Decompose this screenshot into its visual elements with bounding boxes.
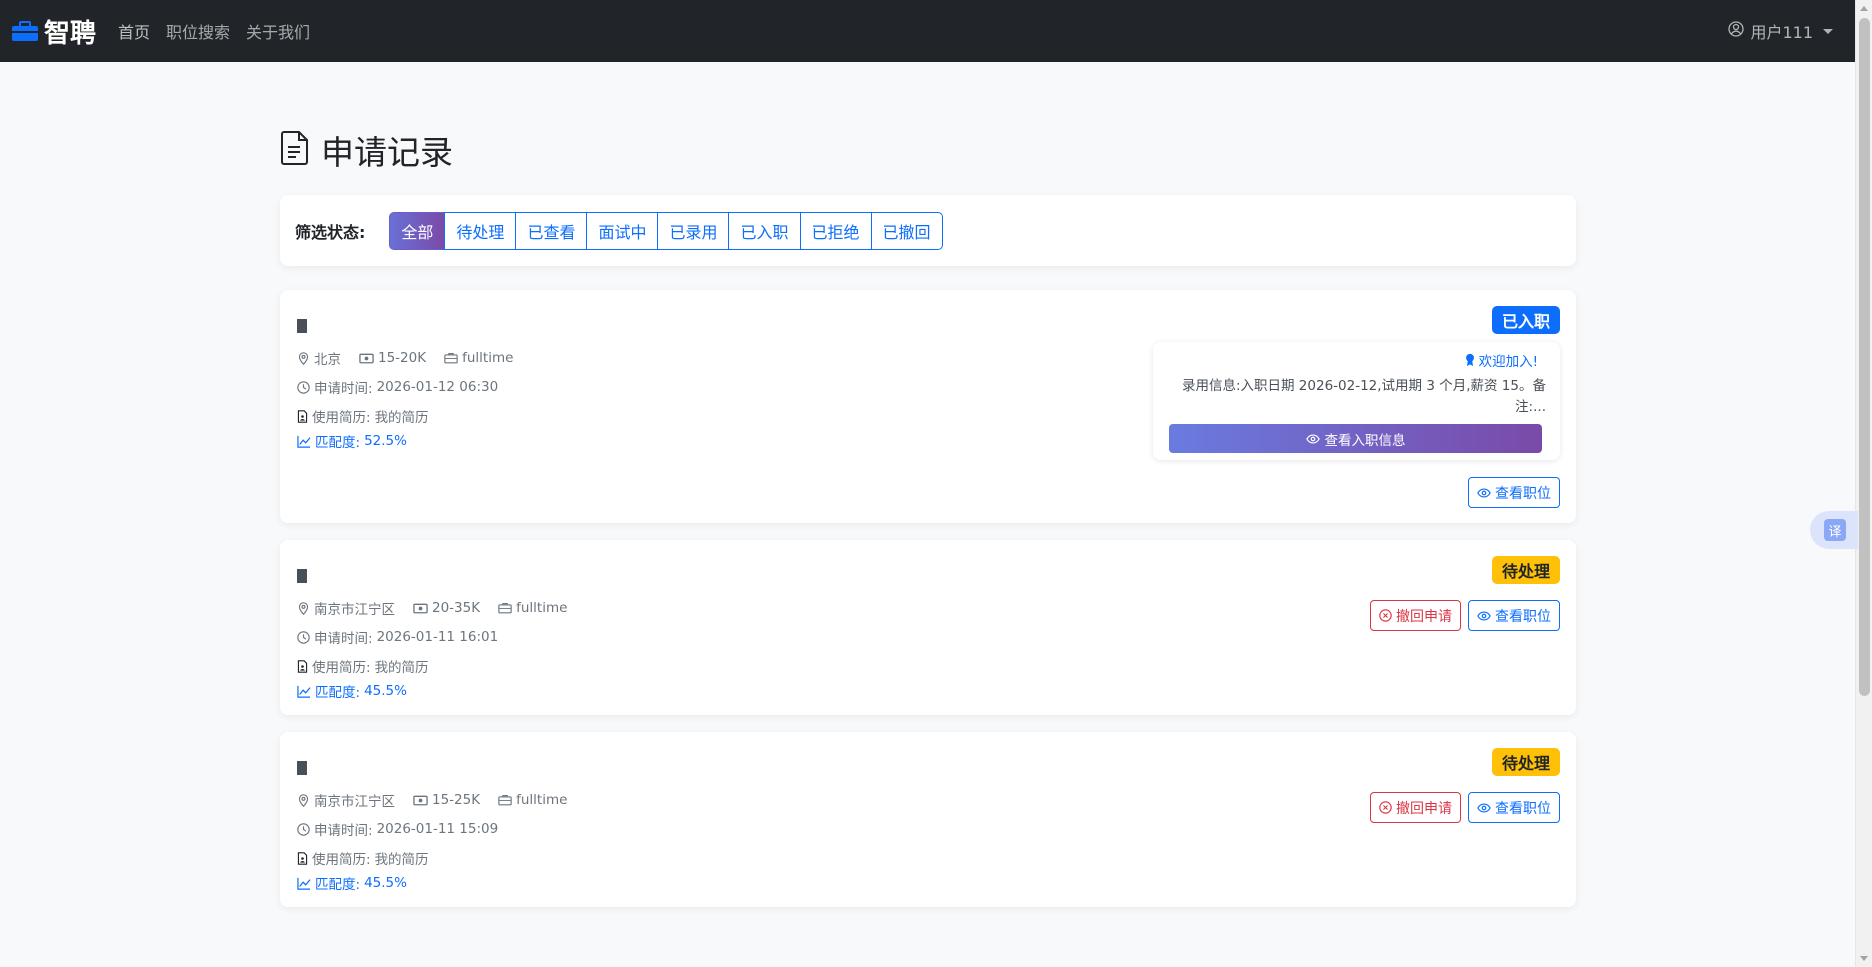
user-circle-icon [1728,21,1745,41]
filter-card: 筛选状态: 全部 待处理 已查看 面试中 已录用 已入职 已拒绝 已撤回 [280,195,1576,266]
filter-viewed[interactable]: 已查看 [515,211,588,250]
page-title: 申请记录 [281,126,453,174]
status-filter-group: 全部 待处理 已查看 面试中 已录用 已入职 已拒绝 已撤回 [389,211,943,250]
job-meta: 北京 15-20K fulltime [297,348,531,368]
graph-up-icon [297,877,311,890]
award-icon [1465,353,1474,367]
salary: 20-35K [413,600,480,616]
filter-label: 筛选状态: [295,222,366,242]
job-type: fulltime [444,350,513,366]
filter-pending[interactable]: 待处理 [444,211,517,250]
view-job-button[interactable]: 查看职位 [1468,477,1560,508]
status-badge: 已入职 [1491,306,1560,334]
eye-icon [1305,433,1320,444]
status-badge: 待处理 [1491,748,1560,776]
status-badge: 待处理 [1491,556,1560,584]
job-type: fulltime [498,792,567,808]
location: 北京 [297,348,341,368]
location: 南京市江宁区 [297,598,395,618]
brand[interactable]: 智聘 [12,13,96,50]
translate-icon: 译 [1824,519,1846,541]
job-title[interactable] [297,761,307,775]
filter-interviewing[interactable]: 面试中 [586,211,659,250]
nav-link-about[interactable]: 关于我们 [246,19,310,43]
translate-button[interactable]: 译 [1810,511,1858,549]
scroll-thumb[interactable] [1859,18,1870,696]
briefcase-outline-icon [444,353,458,364]
clock-icon [297,630,310,644]
offer-details: 录用信息:入职日期 2026-02-12,试用期 3 个月,薪资 15。备注:.… [1181,378,1546,415]
withdraw-application-button[interactable]: 撤回申请 [1370,600,1461,631]
application-card: 南京市江宁区 20-35K fulltime 申请时间: 2026-01-11 1… [280,540,1576,715]
x-circle-icon [1379,609,1392,622]
cash-icon [413,795,428,805]
match-score: 匹配度: 52.5% [297,431,407,451]
offer-info-box: 欢迎加入! 录用信息:入职日期 2026-02-12,试用期 3 个月,薪资 1… [1153,342,1560,460]
resume-used: 使用简历: 我的简历 [297,656,429,676]
withdraw-application-button[interactable]: 撤回申请 [1370,792,1461,823]
filter-onboarded[interactable]: 已入职 [728,211,801,250]
filter-withdrawn[interactable]: 已撤回 [870,211,943,250]
briefcase-outline-icon [498,603,512,614]
match-score: 匹配度: 45.5% [297,681,407,701]
job-type: fulltime [498,600,567,616]
job-meta: 南京市江宁区 15-25K fulltime [297,790,585,810]
nav-link-home[interactable]: 首页 [118,19,150,43]
welcome-message: 欢迎加入! [1464,350,1538,370]
view-job-button[interactable]: 查看职位 [1468,600,1560,631]
user-menu[interactable]: 用户111 [1728,19,1833,43]
eye-icon [1477,802,1491,813]
briefcase-icon [12,21,38,41]
graph-up-icon [297,685,311,698]
filter-hired[interactable]: 已录用 [657,211,730,250]
eye-icon [1477,610,1491,621]
location-pin-icon [298,351,309,365]
job-meta: 南京市江宁区 20-35K fulltime [297,598,585,618]
applied-time: 申请时间: 2026-01-12 06:30 [297,377,498,397]
file-person-icon [297,409,308,423]
application-card: 南京市江宁区 15-25K fulltime 申请时间: 2026-01-11 1… [280,732,1576,907]
clock-icon [297,380,310,394]
resume-used: 使用简历: 我的简历 [297,848,429,868]
filter-all[interactable]: 全部 [389,211,446,250]
applied-time: 申请时间: 2026-01-11 15:09 [297,819,498,839]
scroll-down-arrow-icon[interactable] [1860,956,1868,961]
application-card: 北京 15-20K fulltime 申请时间: 2026-01-12 06:30… [280,290,1576,523]
nav-link-job-search[interactable]: 职位搜索 [166,19,230,43]
chevron-down-icon [1823,28,1833,34]
view-onboarding-button[interactable]: 查看入职信息 [1169,424,1542,453]
resume-used: 使用简历: 我的简历 [297,406,429,426]
page-title-text: 申请记录 [321,133,453,172]
brand-name: 智聘 [44,18,97,49]
x-circle-icon [1379,801,1392,814]
file-person-icon [297,659,308,673]
location-pin-icon [298,601,309,615]
location: 南京市江宁区 [297,790,395,810]
view-job-button[interactable]: 查看职位 [1468,792,1560,823]
scroll-up-arrow-icon[interactable] [1860,6,1868,11]
salary: 15-25K [413,792,480,808]
eye-icon [1477,487,1491,498]
job-title[interactable] [297,569,307,583]
graph-up-icon [297,435,311,448]
file-text-icon [281,131,309,169]
location-pin-icon [298,793,309,807]
navbar: 智聘 首页 职位搜索 关于我们 用户111 [0,0,1855,62]
briefcase-outline-icon [498,795,512,806]
user-name: 用户111 [1750,23,1813,42]
salary: 15-20K [359,350,426,366]
clock-icon [297,822,310,836]
cash-icon [359,353,374,363]
job-title[interactable] [297,319,307,333]
page-scrollbar[interactable] [1855,0,1872,967]
file-person-icon [297,851,308,865]
filter-rejected[interactable]: 已拒绝 [799,211,872,250]
applied-time: 申请时间: 2026-01-11 16:01 [297,627,498,647]
match-score: 匹配度: 45.5% [297,873,407,893]
cash-icon [413,603,428,613]
